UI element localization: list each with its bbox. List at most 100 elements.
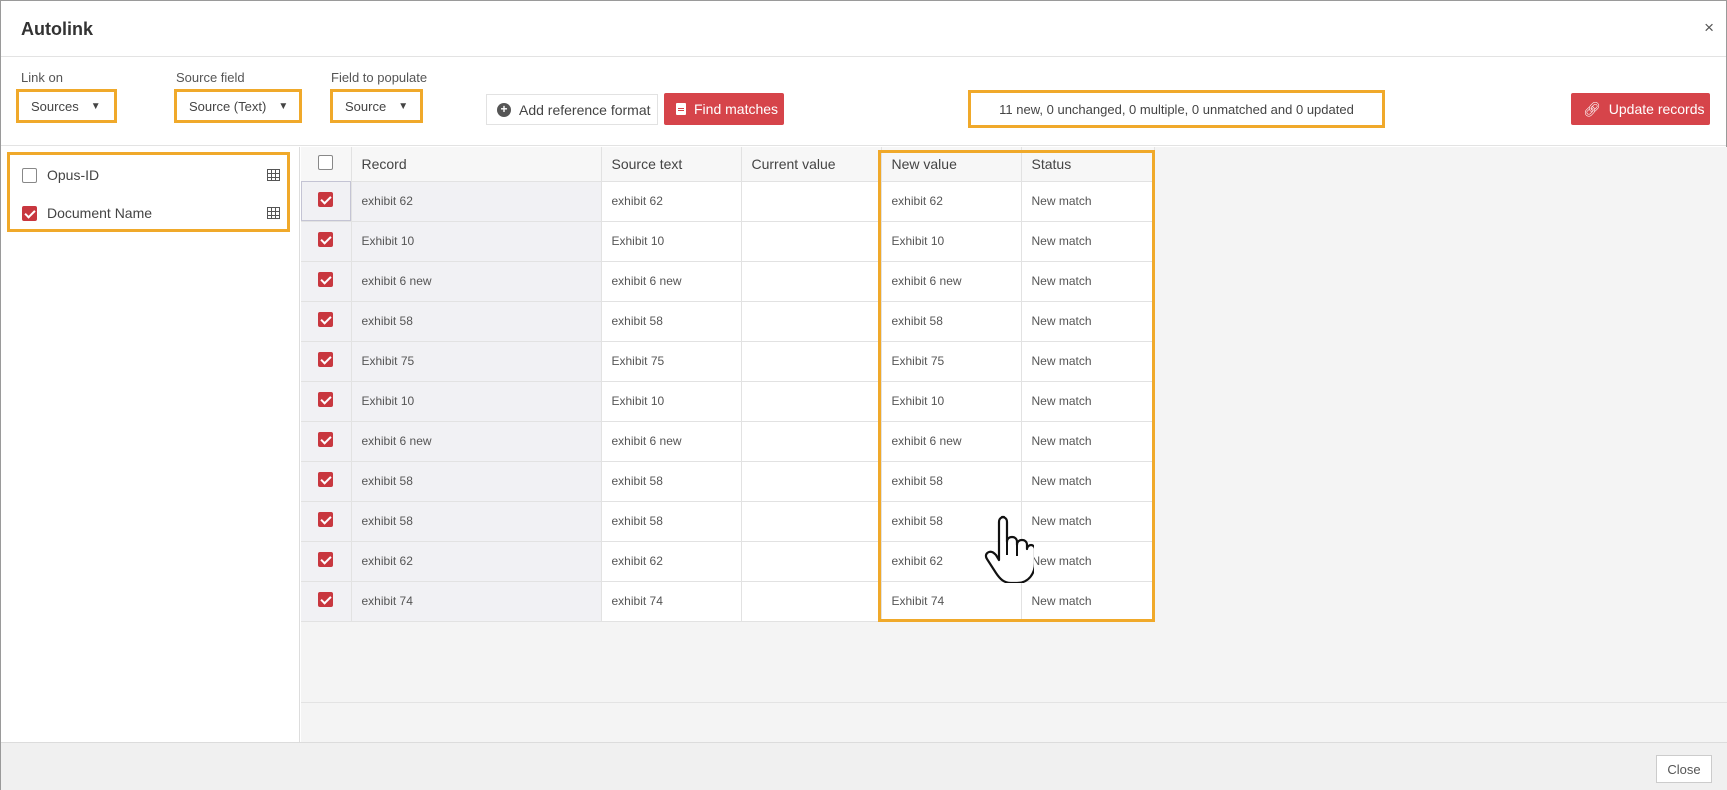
chevron-down-icon: ▼ <box>278 100 289 112</box>
column-header-status[interactable]: Status <box>1021 147 1155 182</box>
close-button[interactable]: Close <box>1656 755 1712 783</box>
opus-id-checkbox[interactable] <box>22 167 37 183</box>
table-row[interactable]: exhibit 6 new exhibit 6 new exhibit 6 new N… <box>301 261 1155 302</box>
table-row[interactable]: Exhibit 10 Exhibit 10 Exhibit 10 New match <box>301 221 1155 262</box>
current-value-cell <box>741 541 882 582</box>
record-cell: Exhibit 10 <box>351 381 602 422</box>
source-text-cell: exhibit 58 <box>601 301 742 342</box>
column-header-new-value[interactable]: New value <box>881 147 1022 182</box>
source-text-cell: Exhibit 75 <box>601 341 742 382</box>
column-header-current-value[interactable]: Current value <box>741 147 882 182</box>
new-value-cell: exhibit 6 new <box>881 261 1022 302</box>
record-cell: Exhibit 10 <box>351 221 602 262</box>
record-cell: exhibit 58 <box>351 501 602 542</box>
current-value-cell <box>741 381 882 422</box>
current-value-cell <box>741 261 882 302</box>
find-matches-button[interactable]: Find matches <box>664 93 784 125</box>
field-to-populate-select[interactable]: Source ▼ <box>330 89 423 123</box>
table-row[interactable]: exhibit 62 exhibit 62 exhibit 62 New match <box>301 541 1155 582</box>
document-name-checkbox[interactable] <box>22 205 37 221</box>
source-text-cell: exhibit 58 <box>601 501 742 542</box>
dialog-header: Autolink × <box>1 1 1726 57</box>
row-checkbox[interactable] <box>318 552 334 567</box>
close-icon[interactable]: × <box>1704 18 1714 38</box>
row-checkbox[interactable] <box>318 512 334 527</box>
match-summary: 11 new, 0 unchanged, 0 multiple, 0 unmat… <box>968 90 1385 128</box>
table-row[interactable]: exhibit 6 new exhibit 6 new exhibit 6 new N… <box>301 421 1155 462</box>
status-cell: New match <box>1021 261 1155 302</box>
table-row[interactable]: Exhibit 75 Exhibit 75 Exhibit 75 New match <box>301 341 1155 382</box>
update-records-button[interactable]: 🔗︎ Update records <box>1571 93 1710 125</box>
toolbar: Link on Sources ▼ Source field Source (T… <box>1 58 1726 146</box>
current-value-cell <box>741 461 882 502</box>
row-checkbox[interactable] <box>318 232 334 247</box>
new-value-cell: Exhibit 74 <box>881 581 1022 622</box>
row-checkbox[interactable] <box>318 192 334 207</box>
column-header-source-text[interactable]: Source text <box>601 147 742 182</box>
status-cell: New match <box>1021 301 1155 342</box>
record-cell: exhibit 58 <box>351 461 602 502</box>
link-on-value: Sources <box>31 98 79 114</box>
source-text-cell: Exhibit 10 <box>601 381 742 422</box>
row-checkbox-cell <box>301 221 352 262</box>
row-checkbox[interactable] <box>318 472 334 487</box>
row-checkbox-cell <box>301 381 352 422</box>
field-to-populate-label: Field to populate <box>331 70 428 85</box>
source-text-cell: exhibit 58 <box>601 461 742 502</box>
status-cell: New match <box>1021 221 1155 262</box>
link-on-select[interactable]: Sources ▼ <box>16 89 117 123</box>
new-value-cell: Exhibit 75 <box>881 341 1022 382</box>
row-checkbox-cell <box>301 261 352 302</box>
table-row[interactable]: Exhibit 10 Exhibit 10 Exhibit 10 New match <box>301 381 1155 422</box>
source-text-cell: exhibit 6 new <box>601 261 742 302</box>
table-row[interactable]: exhibit 62 exhibit 62 exhibit 62 New match <box>301 181 1155 222</box>
column-header-record[interactable]: Record <box>351 147 602 182</box>
field-item-document-name[interactable]: Document Name <box>22 202 280 224</box>
row-checkbox[interactable] <box>318 272 334 287</box>
source-text-cell: exhibit 62 <box>601 541 742 582</box>
source-text-cell: exhibit 6 new <box>601 421 742 462</box>
new-value-cell: exhibit 58 <box>881 501 1022 542</box>
results-table: Record Source text Current value New val… <box>301 147 1155 622</box>
record-cell: exhibit 6 new <box>351 421 602 462</box>
link-icon: 🔗︎ <box>1583 100 1601 117</box>
row-checkbox[interactable] <box>318 432 334 447</box>
document-icon <box>676 103 686 115</box>
link-on-label: Link on <box>21 70 63 85</box>
source-field-select[interactable]: Source (Text) ▼ <box>174 89 302 123</box>
table-row[interactable]: exhibit 74 exhibit 74 Exhibit 74 New match <box>301 581 1155 622</box>
source-text-cell: exhibit 62 <box>601 181 742 222</box>
record-cell: exhibit 62 <box>351 181 602 222</box>
grid-icon[interactable] <box>267 169 280 181</box>
select-all-checkbox[interactable] <box>318 154 334 170</box>
row-checkbox-cell <box>301 581 352 622</box>
row-checkbox-cell <box>301 341 352 382</box>
row-checkbox[interactable] <box>318 312 334 327</box>
autolink-dialog: Autolink × Link on Sources ▼ Source fiel… <box>0 0 1727 790</box>
chevron-down-icon: ▼ <box>90 100 101 112</box>
source-text-cell: exhibit 74 <box>601 581 742 622</box>
record-cell: exhibit 74 <box>351 581 602 622</box>
table-row[interactable]: exhibit 58 exhibit 58 exhibit 58 New match <box>301 501 1155 542</box>
current-value-cell <box>741 341 882 382</box>
grid-icon[interactable] <box>267 207 280 219</box>
add-reference-format-button[interactable]: + Add reference format <box>486 94 658 125</box>
row-checkbox[interactable] <box>318 352 334 367</box>
status-cell: New match <box>1021 581 1155 622</box>
field-item-opus-id[interactable]: Opus-ID <box>22 164 280 186</box>
row-checkbox[interactable] <box>318 592 334 607</box>
row-checkbox-cell <box>301 461 352 502</box>
table-row[interactable]: exhibit 58 exhibit 58 exhibit 58 New match <box>301 461 1155 502</box>
row-checkbox[interactable] <box>318 392 334 407</box>
new-value-cell: Exhibit 10 <box>881 381 1022 422</box>
chevron-down-icon: ▼ <box>398 100 409 112</box>
current-value-cell <box>741 581 882 622</box>
table-header-row: Record Source text Current value New val… <box>301 147 1155 182</box>
table-row[interactable]: exhibit 58 exhibit 58 exhibit 58 New match <box>301 301 1155 342</box>
plus-circle-icon: + <box>497 102 511 117</box>
current-value-cell <box>741 221 882 262</box>
new-value-cell: exhibit 62 <box>881 541 1022 582</box>
field-to-populate-value: Source <box>345 98 387 114</box>
dialog-footer: Close <box>1 742 1727 790</box>
new-value-cell: exhibit 58 <box>881 461 1022 502</box>
